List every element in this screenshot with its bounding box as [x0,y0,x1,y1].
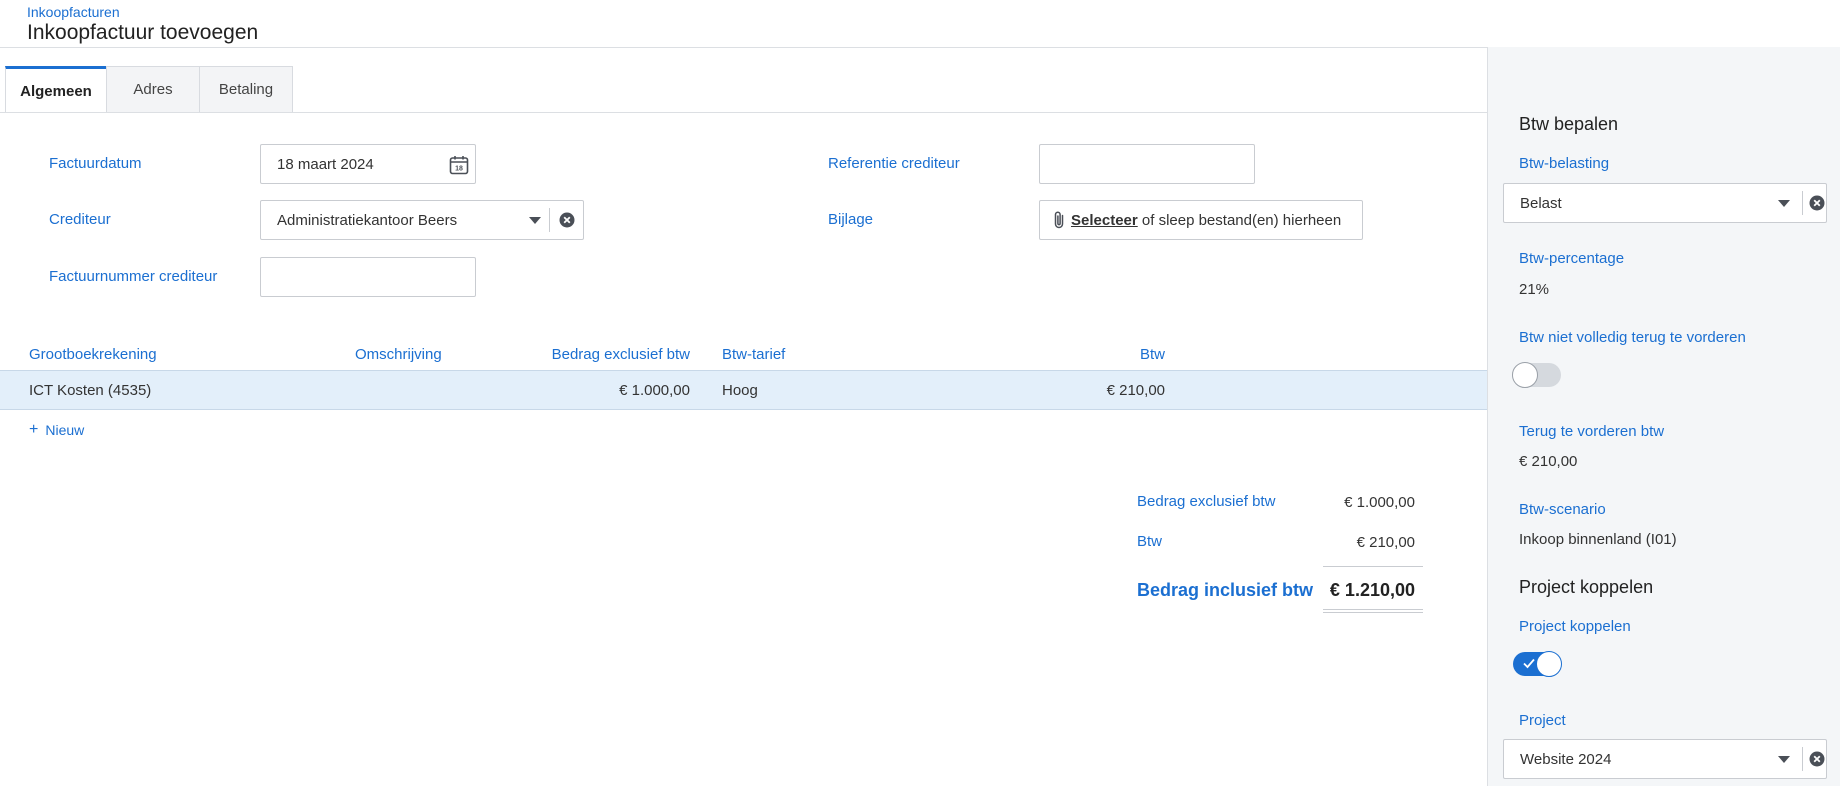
total-divider [1323,566,1423,567]
clear-icon[interactable] [1808,750,1826,768]
toggle-knob [1512,362,1538,388]
select-separator [549,208,550,232]
calendar-icon[interactable]: 18 [448,154,470,176]
tab-label: Adres [133,81,173,98]
project-koppelen-label: Project koppelen [1519,618,1631,635]
factuurdatum-field[interactable]: 18 maart 2024 18 [260,144,476,184]
crediteur-label: Crediteur [49,211,111,228]
btw-niet-volledig-label: Btw niet volledig terug te vorderen [1519,329,1746,346]
terug-te-vorderen-value: € 210,00 [1519,453,1578,470]
total-incl-label: Bedrag inclusief btw [1137,580,1314,600]
project-value: Website 2024 [1520,750,1612,768]
project-label: Project [1519,712,1566,729]
project-koppelen-toggle[interactable] [1513,651,1562,677]
crediteur-select[interactable]: Administratiekantoor Beers [260,200,584,240]
referentie-field[interactable] [1039,144,1255,184]
btw-scenario-label: Btw-scenario [1519,501,1606,518]
col-btw-tarief: Btw-tarief [722,346,786,363]
factuurnummer-label: Factuurnummer crediteur [49,268,218,285]
tab-adres[interactable]: Adres [106,66,200,112]
crediteur-value: Administratiekantoor Beers [277,211,458,229]
tab-algemeen[interactable]: Algemeen [5,66,107,113]
plus-icon: + [29,421,39,438]
total-excl-label: Bedrag exclusief btw [1137,493,1276,510]
paperclip-icon [1052,210,1066,230]
btw-niet-volledig-toggle[interactable] [1512,362,1561,388]
check-icon [1522,656,1536,670]
project-select[interactable]: Website 2024 [1503,739,1827,779]
col-bedrag: Bedrag exclusief btw [551,346,690,363]
btw-percentage-value: 21% [1519,281,1550,298]
cell-btw-tarief: Hoog [722,382,758,399]
cell-btw: € 210,00 [1106,382,1165,399]
col-omschrijving: Omschrijving [355,346,442,363]
svg-text:18: 18 [455,166,463,173]
btw-scenario-value: Inkoop binnenland (I01) [1519,531,1677,548]
tab-betaling[interactable]: Betaling [199,66,293,112]
total-double-line [1323,609,1423,613]
tabs-divider [0,112,1487,113]
clear-icon[interactable] [1808,194,1826,212]
bijlage-dropzone[interactable]: Selecteer of sleep bestand(en) hierheen [1039,200,1363,240]
btw-belasting-label: Btw-belasting [1519,155,1610,172]
total-excl-value: € 1.000,00 [1344,494,1415,511]
cell-grootboekrekening: ICT Kosten (4535) [29,382,152,399]
total-incl-value: € 1.210,00 [1329,580,1415,600]
factuurdatum-label: Factuurdatum [49,155,142,172]
toggle-knob [1536,651,1562,677]
btw-belasting-select[interactable]: Belast [1503,183,1827,223]
terug-te-vorderen-label: Terug te vorderen btw [1519,423,1665,440]
bijlage-label: Bijlage [828,211,874,228]
total-btw-value: € 210,00 [1356,534,1415,551]
tab-label: Betaling [218,81,274,98]
chevron-down-icon[interactable] [529,217,541,224]
breadcrumb[interactable]: Inkoopfacturen [27,4,120,20]
factuurdatum-value: 18 maart 2024 [277,155,374,173]
factuurnummer-field[interactable] [260,257,476,297]
col-btw: Btw [1139,346,1165,363]
btw-percentage-label: Btw-percentage [1519,250,1625,267]
chevron-down-icon[interactable] [1778,200,1790,207]
project-koppelen-heading: Project koppelen [1519,577,1654,597]
total-btw-label: Btw [1137,533,1163,550]
btw-belasting-value: Belast [1520,194,1562,212]
cell-bedrag: € 1.000,00 [619,382,690,399]
page-title: Inkoopfactuur toevoegen [27,21,259,44]
clear-icon[interactable] [558,211,576,229]
col-grootboekrekening: Grootboekrekening [29,346,157,363]
chevron-down-icon[interactable] [1778,756,1790,763]
selecteer-link[interactable]: Selecteer [1071,212,1138,229]
new-line-button[interactable]: + Nieuw [29,421,84,439]
tab-label: Algemeen [20,82,92,100]
btw-bepalen-heading: Btw bepalen [1519,114,1619,134]
select-separator [1802,191,1803,215]
new-line-label: Nieuw [45,422,85,438]
bijlage-hint: of sleep bestand(en) hierheen [1137,211,1342,229]
referentie-label: Referentie crediteur [828,155,960,172]
select-separator [1802,747,1803,771]
header-divider [0,47,1487,48]
